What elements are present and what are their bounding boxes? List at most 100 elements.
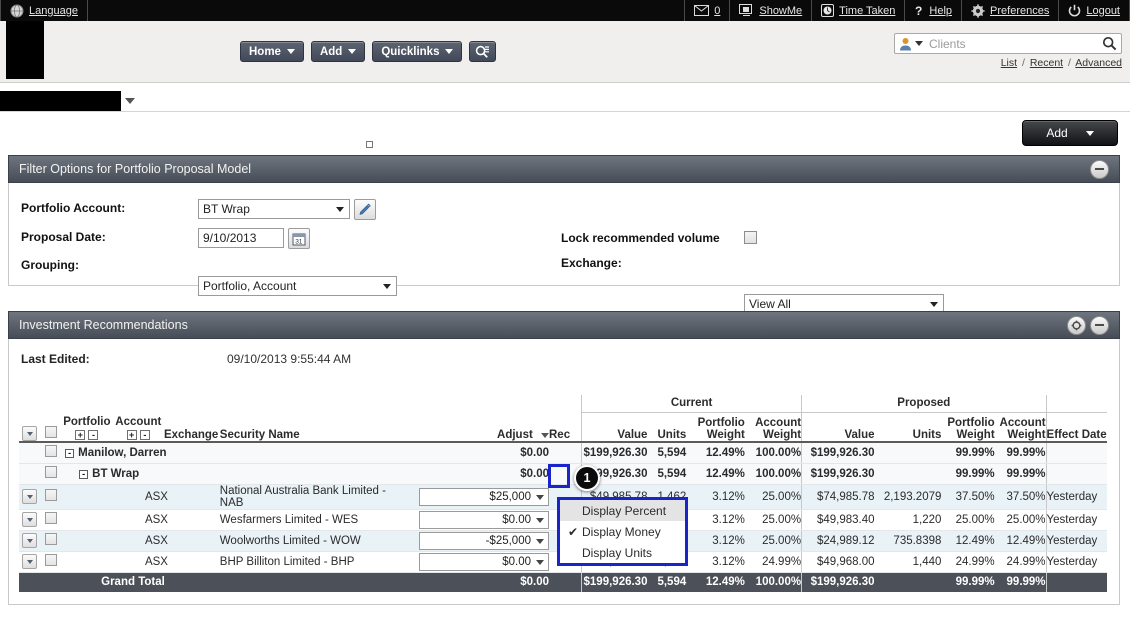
adjust-input[interactable]: $25,000 <box>419 487 549 506</box>
row-adjust-cell[interactable]: $0.00 <box>401 509 549 531</box>
row-select-cell[interactable] <box>40 509 62 531</box>
row-checkbox[interactable] <box>44 533 57 545</box>
expand-portfolio-icon[interactable]: + <box>75 430 86 440</box>
calendar-picker-button[interactable]: 31 <box>288 228 310 249</box>
time-taken-button[interactable]: Time Taken <box>812 0 904 21</box>
row-checkbox[interactable] <box>44 489 57 501</box>
row-menu-cell[interactable] <box>19 442 41 464</box>
row-menu-cell[interactable] <box>19 509 41 531</box>
search-link-recent[interactable]: Recent <box>1030 57 1063 69</box>
row-menu-icon[interactable] <box>22 426 38 441</box>
logout-button[interactable]: Logout <box>1059 0 1129 21</box>
chevron-down-icon[interactable] <box>536 517 544 523</box>
header-proposed-account-weight[interactable]: Account Weight <box>994 412 1047 443</box>
header-proposed-portfolio-weight[interactable]: Portfolio Weight <box>941 412 995 443</box>
search-link-list[interactable]: List <box>1001 57 1017 69</box>
search-icon[interactable] <box>1102 36 1117 51</box>
header-row-menu[interactable] <box>19 412 41 443</box>
tree-toggle-icon[interactable]: - <box>79 469 89 479</box>
context-menu-item-0[interactable]: Display Percent <box>560 500 685 521</box>
lock-recommended-volume-checkbox[interactable] <box>744 231 757 244</box>
active-tab-redacted[interactable] <box>0 91 121 111</box>
row-select-cell[interactable] <box>40 442 62 464</box>
help-button[interactable]: ? Help <box>905 0 961 21</box>
preferences-button[interactable]: Preferences <box>962 0 1058 21</box>
header-adjust[interactable]: Adjust <box>401 412 549 443</box>
table-row[interactable]: - Manilow, Darren $0.00 $199,926.30 5,594 12.… <box>19 442 1107 464</box>
expand-account-icon[interactable]: + <box>126 430 137 440</box>
row-checkbox[interactable] <box>44 554 57 566</box>
row-select-cell[interactable] <box>40 530 62 552</box>
display-mode-context-menu[interactable]: Display Percent ✔ Display Money Display Uni… <box>557 497 688 566</box>
refresh-icon[interactable] <box>1067 315 1086 335</box>
chevron-down-icon[interactable] <box>125 98 135 104</box>
search-input[interactable]: Clients <box>923 37 1102 51</box>
messages-button[interactable]: 0 <box>685 0 729 21</box>
row-adjust-cell[interactable]: $25,000 <box>401 484 549 510</box>
grouping-select[interactable]: Portfolio, Account <box>198 276 397 296</box>
search-toggle-button[interactable] <box>469 41 497 62</box>
row-checkbox[interactable] <box>44 466 57 478</box>
header-exchange[interactable]: Exchange <box>163 412 220 443</box>
row-menu-cell[interactable] <box>19 484 41 510</box>
row-adjust-cell[interactable]: -$25,000 <box>401 530 549 552</box>
drag-handle[interactable] <box>366 141 373 148</box>
row-menu-icon[interactable] <box>22 489 38 504</box>
add-menu-button[interactable]: Add <box>310 41 366 62</box>
row-menu-cell[interactable] <box>19 530 41 552</box>
header-rec[interactable]: Rec <box>549 412 582 443</box>
header-current-value[interactable]: Value <box>581 412 648 443</box>
row-checkbox[interactable] <box>44 512 57 524</box>
portfolio-account-select[interactable]: BT Wrap <box>198 199 350 219</box>
row-select-cell[interactable] <box>40 484 62 510</box>
showme-button[interactable]: ShowMe <box>730 0 811 21</box>
quicklinks-menu-button[interactable]: Quicklinks <box>372 41 463 62</box>
proposal-date-input[interactable]: 9/10/2013 <box>198 228 284 248</box>
row-adjust-cell[interactable]: $0.00 <box>401 551 549 573</box>
collapse-icon[interactable] <box>1090 315 1109 335</box>
row-current-portfolio-weight: 3.12% <box>686 551 745 573</box>
adjust-input[interactable]: -$25,000 <box>419 531 549 550</box>
collapse-icon[interactable] <box>1090 159 1109 179</box>
header-security-name[interactable]: Security Name <box>219 412 402 443</box>
adjust-input[interactable]: $0.00 <box>419 552 549 571</box>
chevron-down-icon[interactable] <box>915 41 923 46</box>
header-proposed-units[interactable]: Units <box>874 412 942 443</box>
chevron-down-icon[interactable] <box>536 494 544 500</box>
row-select-cell[interactable] <box>40 463 62 485</box>
row-menu-cell[interactable] <box>19 463 41 485</box>
header-current-portfolio-weight[interactable]: Portfolio Weight <box>686 412 745 443</box>
row-menu-icon[interactable] <box>22 512 38 527</box>
table-row[interactable]: - BT Wrap $0.00 $199,926.30 5,594 12.49% 100.0… <box>19 463 1107 485</box>
edit-portfolio-account-button[interactable] <box>354 199 376 220</box>
search-link-advanced[interactable]: Advanced <box>1075 57 1122 69</box>
chevron-down-icon[interactable] <box>536 538 544 544</box>
add-button[interactable]: Add <box>1022 120 1118 146</box>
context-menu-item-2[interactable]: Display Units <box>560 542 685 563</box>
tree-toggle-icon[interactable]: - <box>65 448 75 458</box>
context-menu-item-1[interactable]: ✔ Display Money <box>560 521 685 542</box>
header-current-account-weight[interactable]: Account Weight <box>744 412 802 443</box>
select-all-checkbox[interactable] <box>44 426 57 438</box>
sort-descending-icon[interactable] <box>541 433 549 438</box>
adjust-input[interactable]: $0.00 <box>419 510 549 529</box>
chevron-down-icon[interactable] <box>536 559 544 565</box>
row-menu-icon[interactable] <box>22 554 38 569</box>
row-adjust-cell[interactable]: $0.00 <box>401 463 549 485</box>
collapse-portfolio-icon[interactable]: - <box>88 430 99 440</box>
row-checkbox[interactable] <box>44 445 57 458</box>
header-effect-date[interactable]: Effect Date <box>1045 412 1107 443</box>
language-menu[interactable]: Language <box>1 0 87 21</box>
header-proposed-value[interactable]: Value <box>801 412 875 443</box>
header-select-all[interactable] <box>40 412 62 443</box>
grand-total-proposed-units <box>874 572 942 592</box>
collapse-account-icon[interactable]: - <box>139 430 150 440</box>
gear-icon <box>971 3 985 18</box>
row-adjust-cell[interactable]: $0.00 <box>401 442 549 464</box>
row-select-cell[interactable] <box>40 551 62 573</box>
home-menu-button[interactable]: Home <box>240 41 304 62</box>
header-current-units[interactable]: Units <box>647 412 687 443</box>
row-menu-icon[interactable] <box>22 533 38 548</box>
search-input-wrapper[interactable]: Clients <box>894 33 1122 54</box>
row-menu-cell[interactable] <box>19 551 41 573</box>
